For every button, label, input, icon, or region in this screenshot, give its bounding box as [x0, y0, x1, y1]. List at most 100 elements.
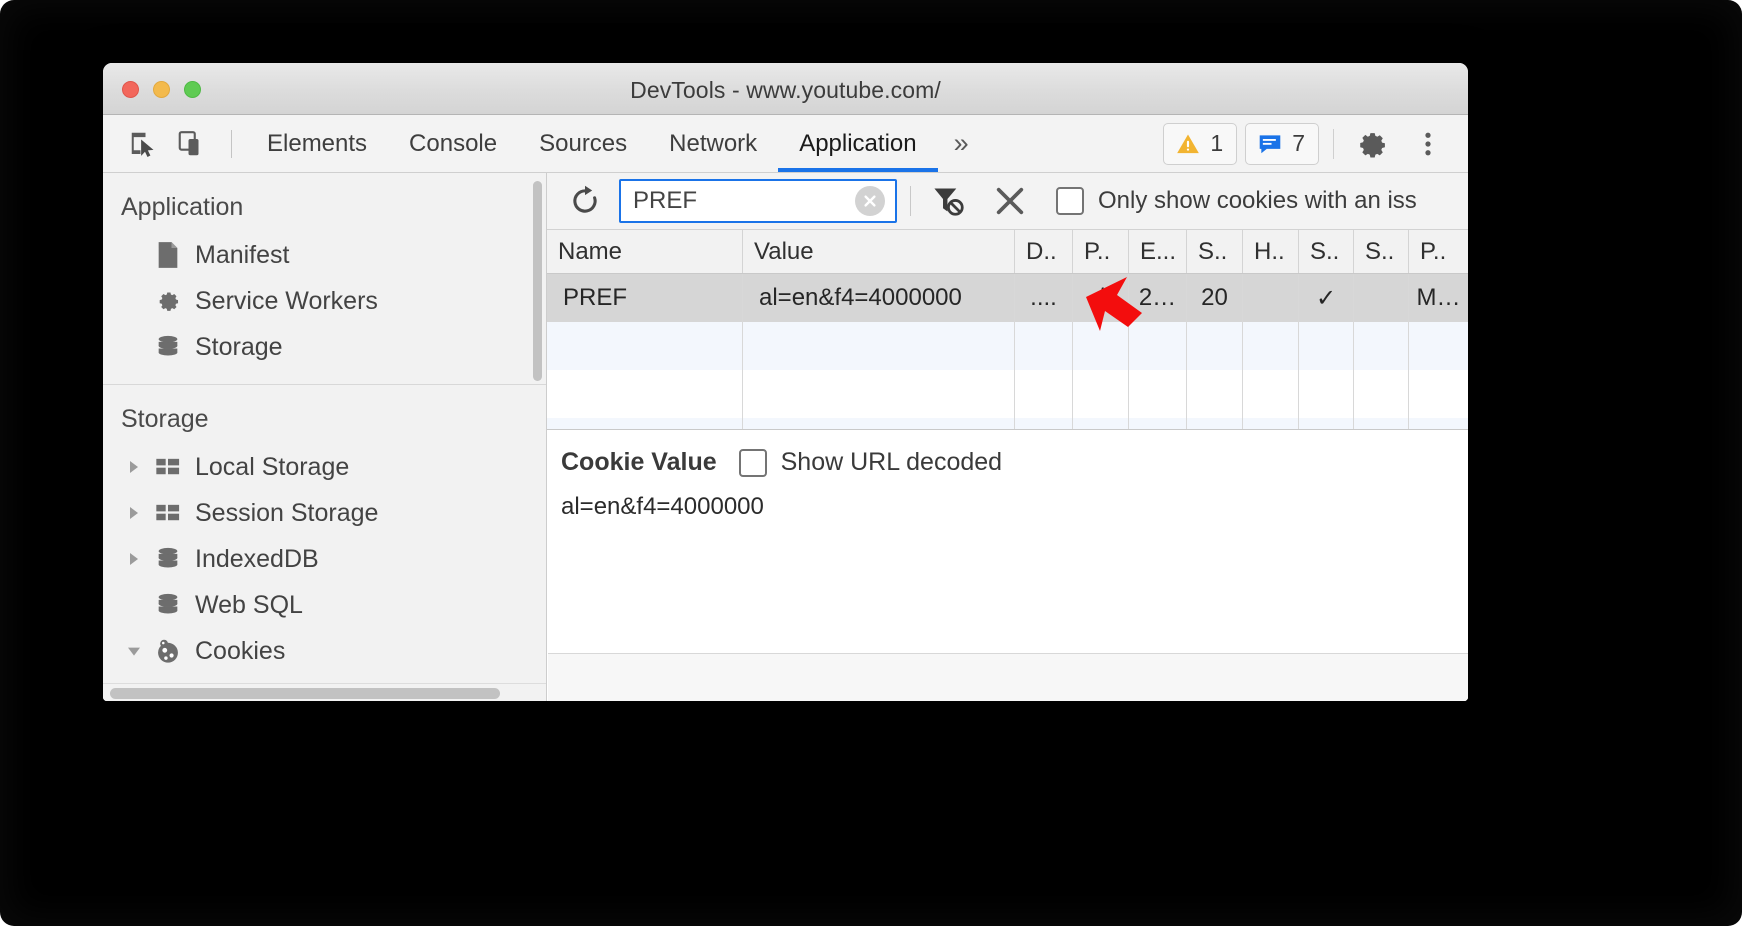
- sidebar-item-label: Storage: [195, 332, 283, 361]
- show-url-decoded-row[interactable]: Show URL decoded: [738, 448, 1003, 477]
- cell-empty: [1243, 322, 1299, 370]
- table-row[interactable]: [547, 418, 1468, 429]
- application-sidebar: Application Manifest Service Workers Sto…: [103, 173, 547, 701]
- chevron-right-icon[interactable]: [121, 505, 147, 521]
- only-show-issues-checkbox[interactable]: [1056, 187, 1084, 215]
- chevron-right-icon[interactable]: [121, 551, 147, 567]
- more-tabs-icon: »: [953, 128, 969, 158]
- chevron-down-icon[interactable]: [121, 643, 147, 659]
- sidebar-item-label: IndexedDB: [195, 544, 319, 573]
- clear-input-icon[interactable]: [855, 186, 885, 216]
- filter-input-value[interactable]: PREF: [621, 187, 855, 215]
- clear-all-cookies-button[interactable]: [986, 179, 1034, 223]
- toolbar-divider: [910, 186, 911, 216]
- message-bubble-icon: [1259, 134, 1281, 153]
- cell-empty: [1299, 370, 1354, 418]
- column-header-priority[interactable]: P..: [1409, 230, 1468, 273]
- sidebar-item-label: Local Storage: [195, 452, 350, 481]
- cell-empty: [1187, 418, 1243, 429]
- tab-label: Sources: [539, 129, 628, 157]
- only-show-issues-checkbox-row[interactable]: Only show cookies with an iss: [1056, 187, 1417, 215]
- device-toolbar-button[interactable]: [169, 124, 213, 164]
- refresh-button[interactable]: [561, 179, 609, 223]
- cookies-toolbar: PREF Only show cookies with an iss: [547, 173, 1468, 230]
- chevron-right-icon[interactable]: [121, 459, 147, 475]
- refresh-icon: [573, 185, 597, 213]
- clear-filtered-cookies-button[interactable]: [924, 179, 972, 223]
- column-header-value[interactable]: Value: [743, 230, 1015, 273]
- cookie-value-title: Cookie Value: [561, 448, 717, 476]
- cell-empty: [1299, 322, 1354, 370]
- sidebar-item-indexeddb[interactable]: IndexedDB: [103, 536, 546, 582]
- cell-empty: [1354, 322, 1409, 370]
- main-menu-button[interactable]: [1404, 120, 1452, 168]
- sidebar-item-web-sql[interactable]: Web SQL: [103, 582, 546, 628]
- sidebar-scroll-area: Application Manifest Service Workers Sto…: [103, 173, 546, 683]
- cell-samesite: [1354, 274, 1409, 322]
- cell-empty: [1015, 370, 1073, 418]
- cell-value: al=en&f4=4000000: [743, 274, 1015, 322]
- column-header-domain[interactable]: D..: [1015, 230, 1073, 273]
- tab-application[interactable]: Application: [778, 115, 939, 172]
- show-url-decoded-checkbox[interactable]: [738, 448, 767, 477]
- screenshot-root: DevTools - www.youtube.com/ Elements Con…: [0, 0, 1742, 926]
- messages-counter[interactable]: 7: [1245, 122, 1319, 165]
- cell-empty: [1187, 322, 1243, 370]
- tab-label: Network: [669, 129, 758, 157]
- column-header-samesite[interactable]: S..: [1354, 230, 1409, 273]
- column-header-expires[interactable]: E...: [1129, 230, 1187, 273]
- cookies-panel: PREF Only show cookies with an iss Name …: [547, 173, 1468, 701]
- sidebar-item-label: Web SQL: [195, 590, 303, 619]
- inspect-element-button[interactable]: [121, 124, 165, 164]
- cell-empty: [1354, 418, 1409, 429]
- sidebar-item-cookies[interactable]: Cookies: [103, 628, 546, 674]
- tab-network[interactable]: Network: [648, 115, 778, 172]
- devtools-tabbar: Elements Console Sources Network Applica…: [103, 115, 1468, 173]
- sidebar-item-local-storage[interactable]: Local Storage: [103, 444, 546, 490]
- column-header-name[interactable]: Name: [547, 230, 743, 273]
- cell-empty: [743, 418, 1015, 429]
- clear-filtered-cookies-icon: [934, 188, 964, 216]
- table-icon: [149, 455, 187, 479]
- devtools-window: DevTools - www.youtube.com/ Elements Con…: [103, 63, 1468, 701]
- cell-priority: M…: [1409, 274, 1468, 322]
- only-show-issues-label: Only show cookies with an iss: [1098, 187, 1417, 214]
- cell-empty: [1243, 370, 1299, 418]
- column-header-httponly[interactable]: H..: [1243, 230, 1299, 273]
- devtools-main: Application Manifest Service Workers Sto…: [103, 173, 1468, 701]
- column-header-secure[interactable]: S..: [1299, 230, 1354, 273]
- cell-empty: [1409, 370, 1468, 418]
- table-row[interactable]: [547, 370, 1468, 418]
- sidebar-vertical-scrollbar[interactable]: [533, 181, 542, 381]
- tab-console[interactable]: Console: [388, 115, 518, 172]
- sidebar-heading-storage: Storage: [121, 405, 209, 433]
- sidebar-item-session-storage[interactable]: Session Storage: [103, 490, 546, 536]
- sidebar-heading-application: Application: [121, 193, 244, 221]
- warnings-counter[interactable]: 1: [1163, 122, 1238, 165]
- settings-button[interactable]: [1348, 120, 1396, 168]
- panel-footer-strip: [548, 653, 1468, 701]
- sidebar-horizontal-scrollbar-thumb[interactable]: [110, 688, 500, 699]
- table-row[interactable]: [547, 322, 1468, 370]
- sidebar-item-manifest[interactable]: Manifest: [103, 232, 546, 278]
- column-header-size[interactable]: S..: [1187, 230, 1243, 273]
- tab-sources[interactable]: Sources: [518, 115, 648, 172]
- table-row[interactable]: PREF al=en&f4=4000000 .... / 2… 20 ✓ M…: [547, 274, 1468, 322]
- tab-elements[interactable]: Elements: [246, 115, 388, 172]
- more-tabs-button[interactable]: »: [938, 115, 985, 172]
- sidebar-item-label: Session Storage: [195, 498, 379, 527]
- show-url-decoded-label: Show URL decoded: [780, 448, 1003, 476]
- cell-empty: [743, 370, 1015, 418]
- tab-label: Console: [409, 129, 498, 157]
- sidebar-item-service-workers[interactable]: Service Workers: [103, 278, 546, 324]
- tabbar-right-group: 1 7: [1163, 120, 1468, 168]
- column-header-path[interactable]: P..: [1073, 230, 1129, 273]
- warnings-count: 1: [1210, 130, 1224, 156]
- sidebar-horizontal-scrollbar-track[interactable]: [103, 683, 546, 701]
- cell-domain: ....: [1015, 274, 1073, 322]
- table-header-row: Name Value D.. P.. E... S.. H.. S.. S.. …: [547, 230, 1468, 274]
- cell-empty: [547, 418, 743, 429]
- sidebar-item-storage[interactable]: Storage: [103, 324, 546, 370]
- filter-input[interactable]: PREF: [619, 179, 897, 223]
- cookie-icon: [149, 637, 187, 665]
